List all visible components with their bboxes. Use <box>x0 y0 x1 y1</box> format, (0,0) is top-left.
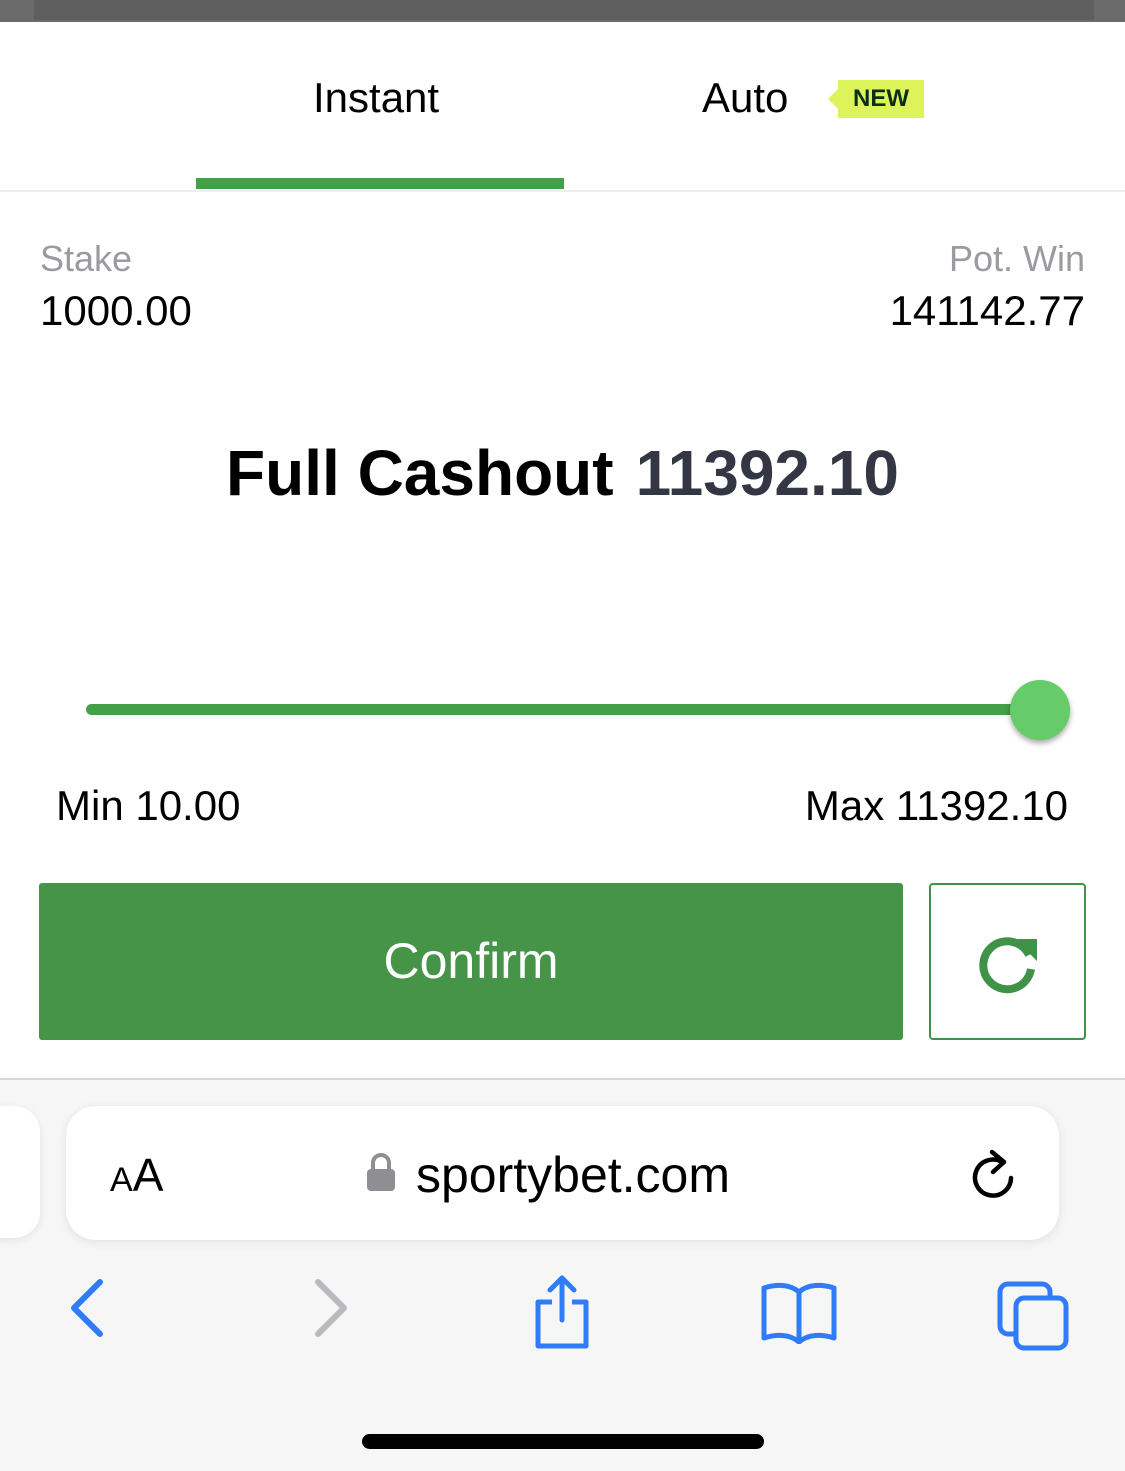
bookmarks-icon[interactable] <box>760 1280 838 1344</box>
share-icon[interactable] <box>530 1270 594 1350</box>
full-cashout-title: Full Cashout <box>226 437 614 509</box>
text-size-button[interactable]: AA <box>110 1148 163 1202</box>
potential-win-value: 141142.77 <box>889 287 1085 334</box>
dimmed-background <box>0 0 1125 22</box>
tab-auto[interactable]: Auto <box>702 74 788 122</box>
safari-browser-chrome: AA sportybet.com <box>0 1078 1125 1471</box>
lock-icon <box>367 1153 395 1191</box>
refresh-icon <box>979 937 1037 994</box>
home-indicator <box>362 1434 764 1449</box>
potential-win-label: Pot. Win <box>948 238 1085 279</box>
slider-min-label: Min 10.00 <box>56 782 241 829</box>
back-icon[interactable] <box>66 1276 110 1340</box>
cashout-slider-track[interactable] <box>86 704 1042 715</box>
tab-instant[interactable]: Instant <box>313 74 439 122</box>
new-badge: NEW <box>828 80 924 118</box>
forward-icon[interactable] <box>308 1276 352 1340</box>
text-size-small-a: A <box>110 1161 133 1199</box>
text-size-big-a: A <box>132 1149 164 1201</box>
tabs-icon[interactable] <box>996 1280 1072 1352</box>
confirm-button[interactable]: Confirm <box>39 883 903 1040</box>
address-bar[interactable]: AA sportybet.com <box>66 1106 1059 1240</box>
reload-icon[interactable] <box>966 1148 1020 1202</box>
active-tab-indicator <box>196 178 564 189</box>
url-text[interactable]: sportybet.com <box>416 1146 730 1204</box>
dimmed-background-inner <box>34 0 1094 20</box>
full-cashout-amount: 11392.10 <box>635 437 899 509</box>
slider-max-label: Max 11392.10 <box>804 782 1068 829</box>
stake-label: Stake <box>40 238 133 279</box>
full-cashout-heading: Full Cashout 11392.10 <box>0 436 1125 510</box>
cashout-tabs: Instant Auto NEW <box>0 22 1125 192</box>
stake-value: 1000.00 <box>40 287 192 334</box>
cashout-slider-handle[interactable] <box>1010 680 1070 740</box>
refresh-button[interactable] <box>929 883 1086 1040</box>
adjacent-tab-card[interactable] <box>0 1106 40 1238</box>
